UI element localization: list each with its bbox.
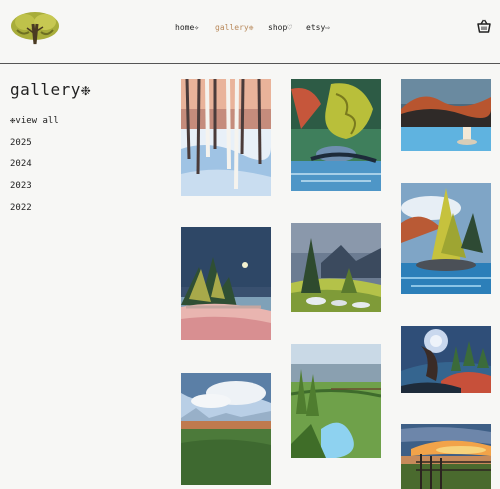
year-filter-list: ❉view all 2025 2024 2023 2022 [10, 116, 59, 224]
filter-2023[interactable]: 2023 [10, 181, 59, 203]
filter-2025[interactable]: 2025 [10, 138, 59, 160]
filter-2022[interactable]: 2022 [10, 203, 59, 225]
artwork-golden-tree-island[interactable] [401, 183, 491, 294]
artwork-autumn-shoreline[interactable] [401, 79, 491, 151]
artwork-golden-tamarack-lake[interactable] [291, 79, 381, 191]
artwork-green-valley-stream[interactable] [291, 344, 381, 458]
filter-2024[interactable]: 2024 [10, 159, 59, 181]
site-header: home✧ gallery❉ shop♡ etsy⇨ [0, 0, 500, 64]
tree-logo-icon[interactable] [9, 10, 61, 46]
nav-shop[interactable]: shop♡ [268, 23, 292, 32]
artwork-moonlit-tree-river[interactable] [401, 326, 491, 393]
artwork-open-field-mountains[interactable] [181, 373, 271, 485]
artwork-pines-mountain-valley[interactable] [291, 223, 381, 312]
artwork-sunset-fence-field[interactable] [401, 424, 491, 489]
nav-etsy[interactable]: etsy⇨ [306, 23, 330, 32]
shopping-basket-icon[interactable] [476, 18, 492, 34]
artwork-snowy-birch-forest[interactable] [181, 79, 271, 196]
gallery-title: gallery❉ [10, 80, 92, 99]
filter-view-all[interactable]: ❉view all [10, 116, 59, 138]
artwork-pine-island-night[interactable] [181, 227, 271, 340]
nav-gallery[interactable]: gallery❉ [215, 23, 254, 32]
nav-home[interactable]: home✧ [175, 23, 199, 32]
